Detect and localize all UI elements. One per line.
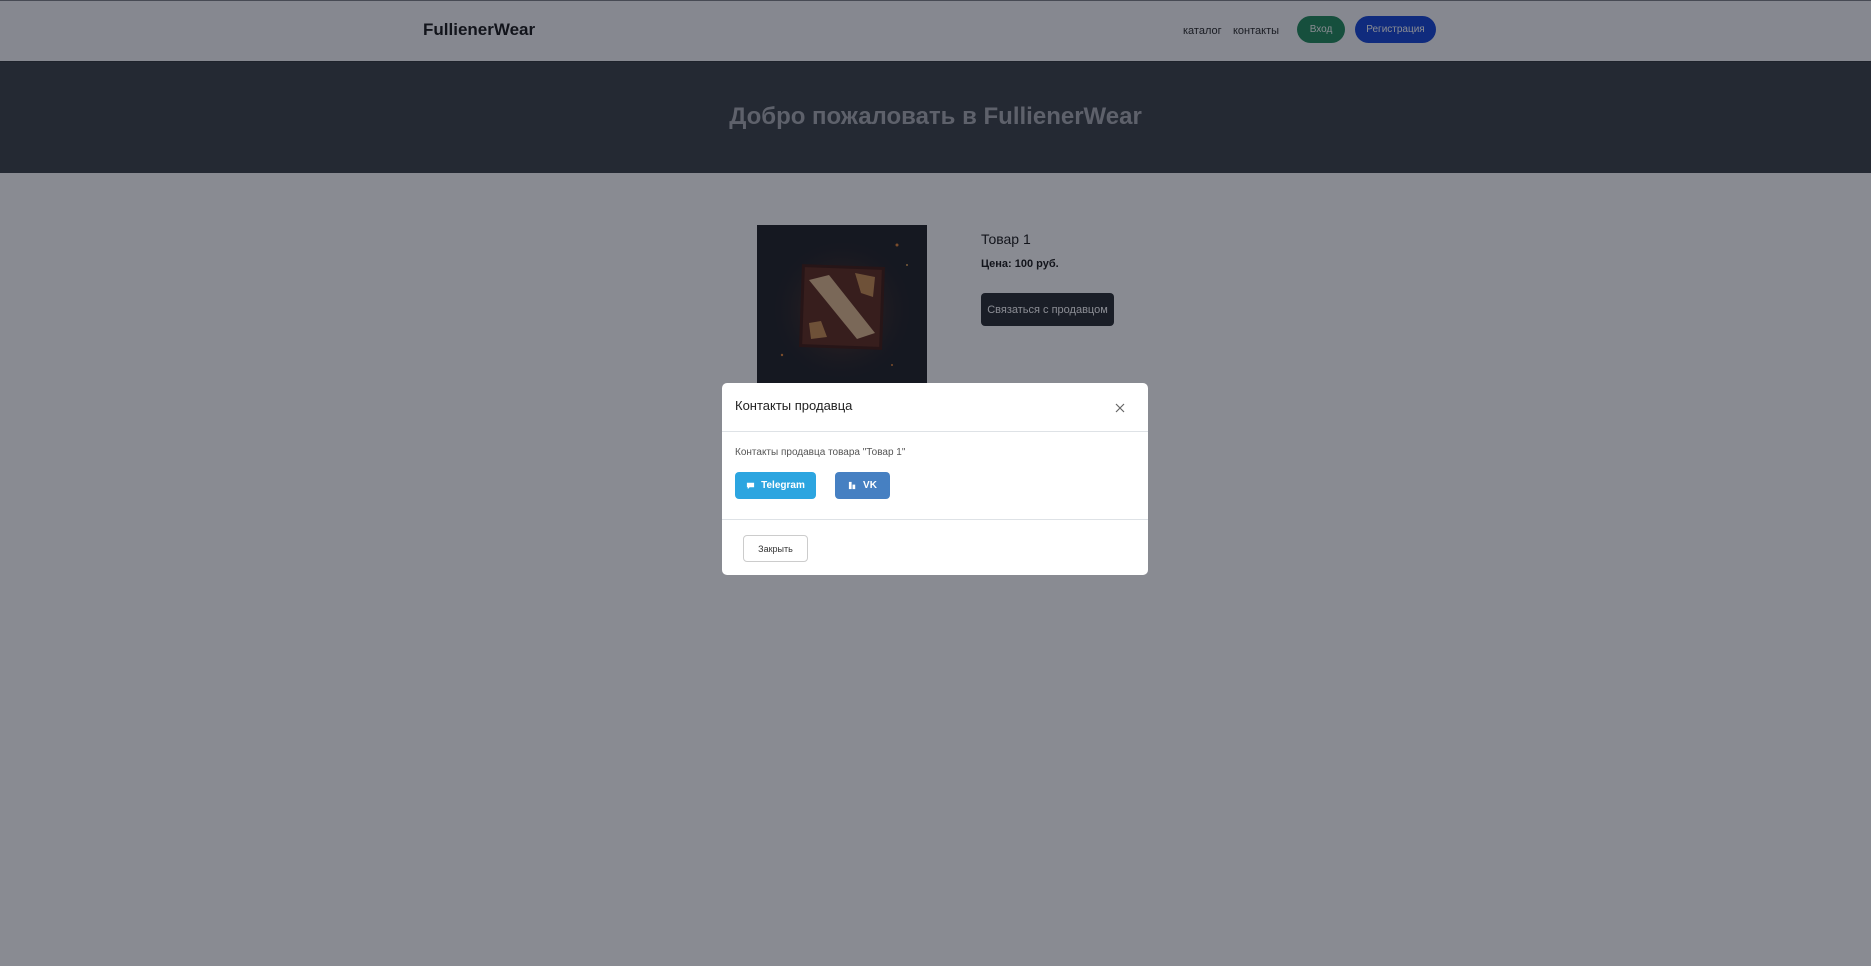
telegram-label: Telegram — [761, 480, 805, 491]
modal-body: Контакты продавца товара "Товар 1" Teleg… — [722, 432, 1148, 520]
vk-button[interactable]: VK — [835, 472, 890, 499]
close-icon[interactable] — [1114, 401, 1126, 413]
close-button[interactable]: Закрыть — [743, 535, 808, 562]
chat-icon — [747, 482, 755, 490]
modal-description: Контакты продавца товара "Товар 1" — [735, 447, 906, 458]
modal-title: Контакты продавца — [735, 398, 853, 413]
page: FullienerWear каталог контакты Вход Реги… — [0, 0, 1871, 966]
telegram-button[interactable]: Telegram — [735, 472, 816, 499]
modal-footer: Закрыть — [722, 519, 1148, 575]
vk-icon — [848, 481, 856, 490]
seller-contacts-modal: Контакты продавца Контакты продавца това… — [722, 383, 1148, 575]
vk-label: VK — [863, 480, 877, 491]
modal-header: Контакты продавца — [722, 383, 1148, 432]
